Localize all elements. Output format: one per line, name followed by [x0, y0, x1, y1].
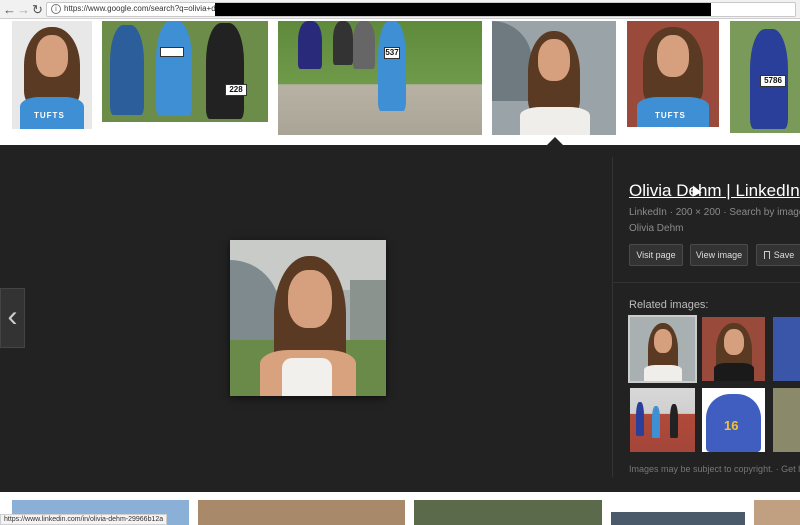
thumbnail-5[interactable]: TUFTS — [627, 21, 719, 127]
address-bar[interactable]: i https://www.google.com/search?q=olivia… — [46, 2, 796, 17]
bottom-thumbnail-5[interactable] — [754, 500, 800, 525]
main-preview-image[interactable] — [230, 240, 386, 396]
image-viewer-panel: ‹ Olivia Dehm | LinkedIn LinkedIn · 200 … — [0, 145, 800, 492]
bottom-thumbnail-2[interactable] — [198, 500, 405, 525]
save-button[interactable]: Save — [756, 244, 800, 266]
related-image-6[interactable] — [773, 388, 800, 452]
related-image-3[interactable] — [773, 317, 800, 381]
address-bar-url[interactable]: https://www.google.com/search?q=olivia+d… — [64, 4, 231, 13]
result-meta: LinkedIn · 200 × 200 · Search by image — [629, 207, 800, 218]
thumbnail-3[interactable]: 537 — [278, 21, 482, 135]
thumbnail-bib: 537 — [384, 47, 400, 59]
thumbnail-6[interactable]: 5786 — [730, 21, 800, 133]
visit-page-button[interactable]: Visit page — [629, 244, 683, 266]
copyright-notice: Images may be subject to copyright. · Ge… — [629, 464, 800, 474]
related-jersey-number: 16 — [724, 418, 739, 433]
related-image-4[interactable] — [630, 388, 695, 452]
related-image-1[interactable] — [628, 315, 697, 383]
bottom-thumbnail-3[interactable] — [414, 500, 602, 525]
bookmark-icon — [763, 251, 770, 259]
image-results-strip: TUFTS 228 537 TUFTS 5786 — [0, 19, 800, 145]
panel-divider — [612, 157, 613, 477]
thumbnail-1[interactable]: TUFTS — [12, 21, 92, 129]
chevron-left-icon: ‹ — [7, 300, 18, 333]
result-title-link[interactable]: Olivia Dehm | LinkedIn — [629, 181, 800, 201]
forward-arrow-icon[interactable]: → — [16, 2, 31, 17]
section-divider — [613, 282, 800, 283]
thumbnail-shirt-text: TUFTS — [34, 111, 65, 120]
related-images-label: Related images: — [629, 299, 709, 311]
bottom-thumbnail-4[interactable] — [611, 512, 745, 525]
thumbnail-shirt-text: TUFTS — [655, 111, 686, 120]
related-image-2[interactable] — [702, 317, 765, 381]
thumbnail-2[interactable]: 228 — [102, 21, 268, 122]
save-button-label: Save — [773, 250, 795, 260]
back-arrow-icon[interactable]: ← — [2, 2, 17, 17]
status-bar-url: https://www.linkedin.com/in/olivia-dehm-… — [0, 514, 168, 525]
thumbnail-4-selected[interactable] — [492, 21, 616, 135]
info-icon[interactable]: i — [51, 4, 61, 14]
reload-icon[interactable]: ↻ — [30, 2, 45, 17]
thumbnail-bib: 228 — [225, 84, 247, 96]
browser-toolbar: ← → ↻ i https://www.google.com/search?q=… — [0, 0, 800, 19]
result-source-name: Olivia Dehm — [629, 223, 684, 234]
redacted-url-region — [215, 3, 711, 16]
thumbnail-bib: 5786 — [760, 75, 786, 87]
previous-image-button[interactable]: ‹ — [0, 288, 25, 348]
result-info: Olivia Dehm | LinkedIn LinkedIn · 200 × … — [629, 181, 800, 234]
view-image-button[interactable]: View image — [690, 244, 748, 266]
selection-pointer — [547, 137, 563, 145]
related-image-5[interactable]: 16 — [702, 388, 765, 452]
